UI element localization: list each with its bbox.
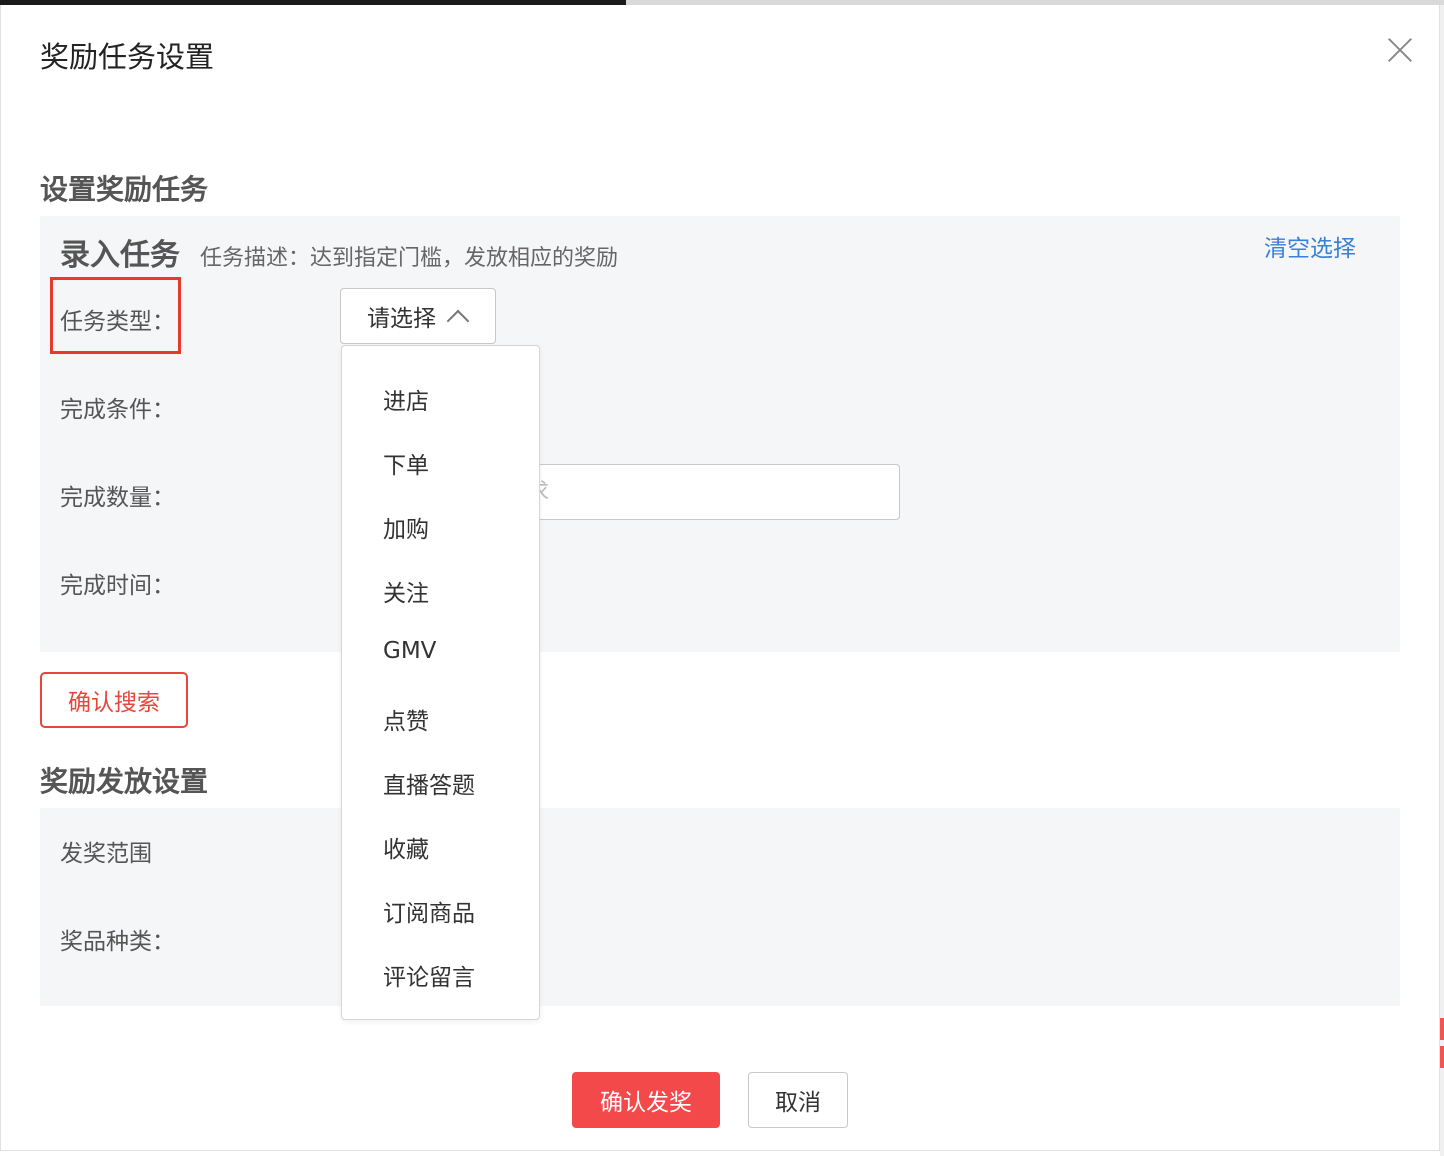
scope-label: 发奖范围 [60,841,152,867]
task-type-label-highlight [50,277,181,354]
chevron-up-icon [446,309,470,333]
reward-section-title: 奖励发放设置 [40,765,209,798]
task-entry-panel [40,216,1400,652]
task-description: 任务描述：达到指定门槛，发放相应的奖励 [200,246,619,271]
task-type-dropdown: 进店 下单 加购 关注 GMV 点赞 直播答题 收藏 订阅商品 评论留言 [341,345,540,1020]
background-edge-mark [1440,1018,1444,1040]
quantity-input-wrapper[interactable] [520,464,900,520]
task-entry-header: 录入任务 任务描述：达到指定门槛，发放相应的奖励 [60,230,618,274]
dropdown-option[interactable]: 进店 [383,382,429,416]
dropdown-option[interactable]: 收藏 [383,830,429,864]
dropdown-option[interactable]: 评论留言 [383,958,475,992]
dropdown-option[interactable]: 直播答题 [383,766,475,800]
quantity-input[interactable] [527,479,899,505]
condition-label: 完成条件： [60,397,175,423]
time-label: 完成时间： [60,573,175,599]
task-entry-title: 录入任务 [60,238,180,273]
clear-selection-link[interactable]: 清空选择 [1264,229,1356,263]
confirm-reward-button[interactable]: 确认发奖 [572,1072,720,1128]
dropdown-option[interactable]: 订阅商品 [383,894,475,928]
reward-settings-panel [40,808,1400,1006]
background-edge-mark [1440,1046,1444,1068]
background-edge [1440,5,1444,1156]
dropdown-option[interactable]: 加购 [383,510,429,544]
task-type-select[interactable]: 请选择 [340,288,496,344]
confirm-search-button[interactable]: 确认搜索 [40,672,188,728]
dropdown-option[interactable]: 关注 [383,574,429,608]
task-section-title: 设置奖励任务 [40,173,209,206]
prize-type-label: 奖品种类： [60,929,175,955]
dropdown-option[interactable]: 点赞 [383,702,429,736]
dialog-title: 奖励任务设置 [40,40,215,74]
close-icon[interactable] [1378,28,1422,72]
task-type-select-placeholder: 请选择 [367,306,436,332]
cancel-button[interactable]: 取消 [748,1072,848,1128]
dropdown-option[interactable]: 下单 [383,446,429,480]
quantity-label: 完成数量： [60,485,175,511]
dropdown-option[interactable]: GMV [383,638,436,664]
